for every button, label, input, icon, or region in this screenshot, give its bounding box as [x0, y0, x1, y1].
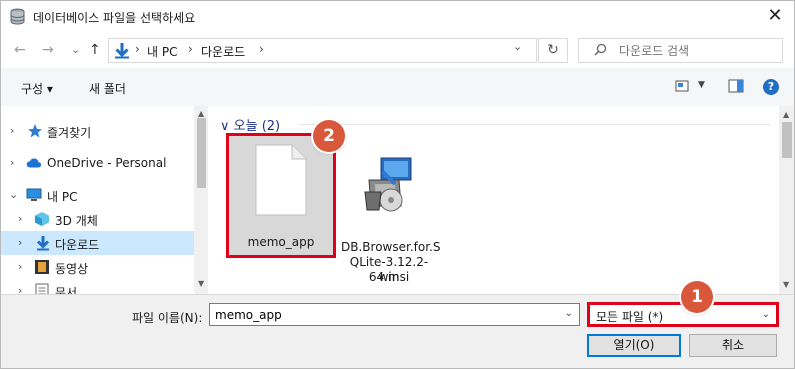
scroll-up-icon[interactable]: ▲ [783, 110, 789, 119]
cancel-button[interactable]: 취소 [689, 334, 777, 357]
star-icon [28, 124, 42, 138]
group-header-today[interactable]: ∨ 오늘 (2) [220, 115, 280, 134]
sidebar-item-3d-objects[interactable]: › 3D 개체 [1, 207, 194, 231]
sidebar-item-onedrive[interactable]: › OneDrive - Personal [1, 151, 194, 175]
chevron-down-icon[interactable]: ⌄ [513, 40, 522, 53]
search-box[interactable] [578, 38, 783, 63]
refresh-button[interactable]: ↻ [538, 38, 568, 63]
search-input[interactable] [619, 42, 769, 60]
download-folder-icon [115, 43, 129, 59]
sidebar-item-label: 동영상 [55, 262, 89, 276]
forward-arrow-icon[interactable]: → [42, 41, 54, 59]
sidebar-item-documents[interactable]: › 문서 [1, 279, 194, 294]
address-bar[interactable]: › 내 PC › 다운로드 › [108, 38, 537, 63]
refresh-icon: ↻ [547, 42, 559, 58]
download-arrow-icon [36, 236, 50, 251]
expand-chevron-icon[interactable]: › [18, 212, 22, 225]
new-folder-button[interactable]: 새 폴더 [89, 80, 126, 97]
breadcrumb-separator: › [135, 42, 140, 56]
help-icon[interactable]: ? [763, 79, 779, 95]
back-arrow-icon[interactable]: ← [14, 41, 26, 59]
chevron-down-icon[interactable]: ⌄ [565, 308, 573, 319]
search-icon [594, 43, 607, 56]
sidebar-item-label: 내 PC [47, 190, 78, 204]
sidebar-item-favorites[interactable]: › 즐겨찾기 [1, 119, 194, 143]
open-button[interactable]: 열기(O) [587, 334, 681, 357]
film-icon [35, 260, 49, 274]
sidebar-item-label: 문서 [55, 286, 78, 294]
highlight-box-file [226, 133, 336, 258]
sidebar-item-downloads[interactable]: › 다운로드 [1, 231, 194, 255]
sidebar-item-label: 3D 개체 [55, 214, 98, 228]
sidebar-scrollbar[interactable]: ▲ ▼ [194, 106, 208, 294]
file-list: ∨ 오늘 (2) memo_app 2 DB.Browser.for.S QLi… [208, 106, 779, 294]
file-type-value: 모든 파일 (*) [596, 310, 664, 324]
file-name-line: 64.msi [368, 270, 410, 284]
recent-locations-chevron-icon[interactable]: ⌄ [71, 41, 80, 59]
breadcrumb-separator: › [259, 42, 264, 56]
window-title: 데이터베이스 파일을 선택하세요 [33, 11, 196, 25]
scrollbar-thumb[interactable] [782, 122, 792, 158]
breadcrumb-downloads[interactable]: 다운로드 [201, 43, 245, 60]
file-item-db-browser-msi[interactable]: DB.Browser.for.S QLite-3.12.2-win 64.msi [341, 140, 441, 290]
navigation-pane: › 즐겨찾기 › OneDrive - Personal ⌄ 내 PC › 3D… [0, 106, 208, 294]
document-icon [35, 283, 49, 294]
title-bar: 데이터베이스 파일을 선택하세요 ✕ [0, 0, 795, 32]
view-options-icon[interactable] [675, 79, 689, 93]
step-badge-1: 1 [681, 281, 713, 313]
database-icon [10, 8, 25, 25]
up-arrow-icon[interactable]: ↑ [89, 41, 101, 59]
filename-label: 파일 이름(N): [132, 311, 203, 325]
filename-combobox[interactable]: ⌄ [209, 303, 580, 326]
group-divider [300, 124, 770, 125]
file-list-scrollbar[interactable]: ▲ ▼ [779, 106, 795, 294]
cloud-icon [26, 158, 42, 168]
expand-chevron-icon[interactable]: › [18, 284, 22, 294]
breadcrumb-separator: › [188, 42, 193, 56]
sidebar-item-label: OneDrive - Personal [47, 156, 167, 170]
expand-chevron-icon[interactable]: › [10, 124, 14, 137]
preview-pane-icon[interactable] [728, 79, 744, 93]
view-dropdown-icon[interactable]: ▼ [698, 80, 705, 90]
cube-icon [35, 212, 49, 226]
sidebar-item-this-pc[interactable]: ⌄ 내 PC [1, 183, 194, 207]
collapse-chevron-icon[interactable]: ⌄ [9, 188, 18, 201]
scroll-up-icon[interactable]: ▲ [198, 109, 204, 118]
sidebar-item-label: 다운로드 [55, 238, 100, 252]
expand-chevron-icon[interactable]: › [10, 156, 14, 169]
scrollbar-thumb[interactable] [197, 118, 206, 188]
installer-package-icon [364, 157, 412, 212]
dialog-footer: 파일 이름(N): ⌄ 모든 파일 (*) ⌄ 1 열기(O) 취소 [0, 281, 795, 369]
chevron-down-icon: ⌄ [761, 309, 770, 320]
command-toolbar: 구성 ▾ 새 폴더 ▼ ? [0, 68, 795, 106]
organize-button[interactable]: 구성 ▾ [21, 80, 53, 97]
filename-field[interactable] [215, 307, 555, 323]
sidebar-item-label: 즐겨찾기 [47, 126, 92, 140]
navigation-bar: ← → ⌄ ↑ › 내 PC › 다운로드 › ⌄ ↻ [0, 32, 795, 68]
sidebar-item-videos[interactable]: › 동영상 [1, 255, 194, 279]
breadcrumb-this-pc[interactable]: 내 PC [147, 43, 177, 60]
file-name-line: DB.Browser.for.S [341, 240, 441, 254]
pc-icon [26, 188, 42, 201]
scroll-down-icon[interactable]: ▼ [783, 280, 789, 289]
expand-chevron-icon[interactable]: › [18, 260, 22, 273]
expand-chevron-icon[interactable]: › [18, 236, 22, 249]
scroll-down-icon[interactable]: ▼ [198, 279, 204, 288]
close-icon[interactable]: ✕ [764, 5, 786, 27]
